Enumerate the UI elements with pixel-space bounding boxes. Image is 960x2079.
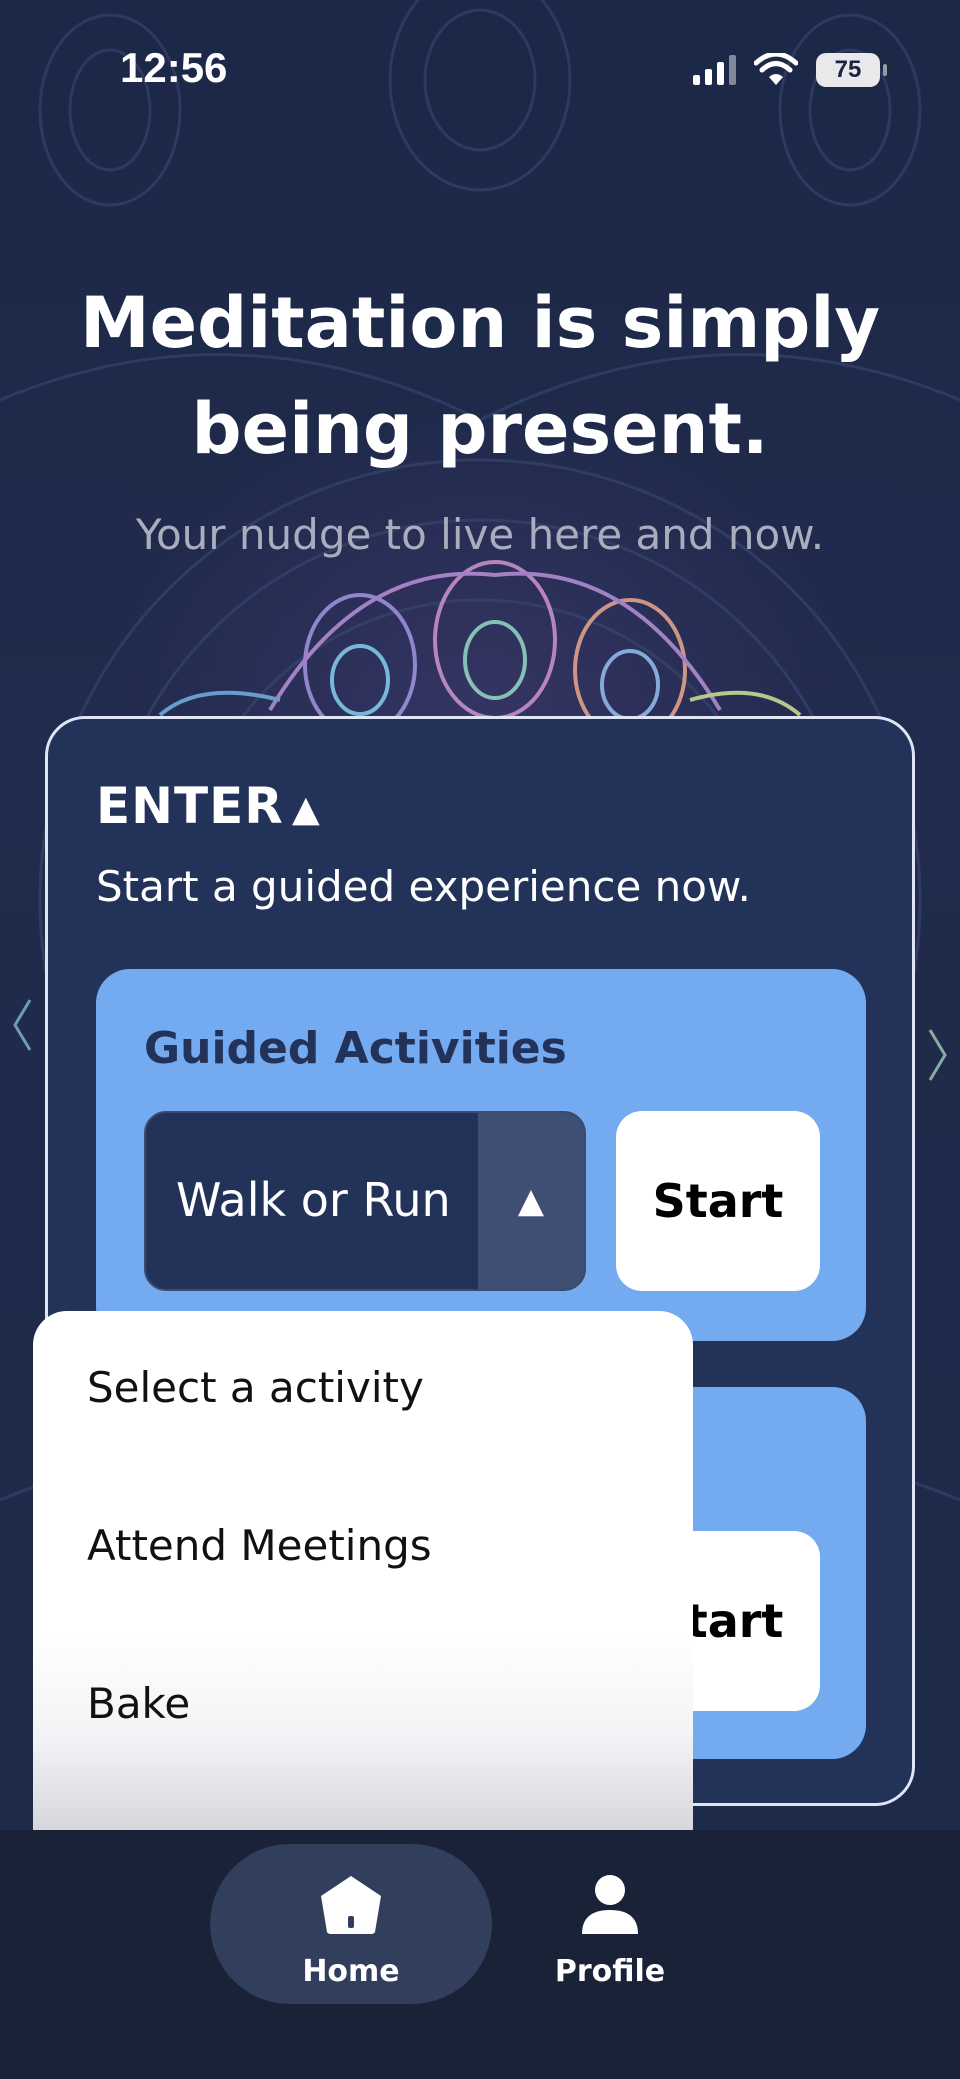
guided-activities-panel: Guided Activities Walk or Run ▲ Start [96,969,866,1341]
activity-dropdown-menu: Select a activity Attend Meetings Bake [33,1311,693,1831]
panel-title: Guided Activities [144,1023,567,1074]
page-subline: Your nudge to live here and now. [135,510,825,559]
start-button[interactable]: Start [616,1111,820,1291]
battery-indicator: 75 [816,53,887,87]
cellular-signal-icon [693,55,736,85]
card-subtitle: Start a guided experience now. [96,862,751,911]
activity-select[interactable]: Walk or Run ▲ [144,1111,586,1291]
status-icons: 75 [693,50,887,90]
wifi-icon [754,53,798,85]
collapse-caret-icon[interactable]: ▲ [292,789,320,830]
nav-label-home: Home [302,1954,400,1989]
dropdown-option[interactable]: Attend Meetings [87,1521,432,1570]
dropdown-option[interactable]: Select a activity [87,1363,424,1412]
select-value: Walk or Run [176,1173,451,1227]
profile-icon [582,1875,638,1934]
nav-item-profile[interactable]: Profile [530,1844,690,2004]
nav-item-home[interactable]: Home [210,1844,492,2004]
nav-label-profile: Profile [554,1954,666,1989]
bottom-navigation: Home Profile [0,1830,960,2079]
status-time: 12:56 [120,44,228,91]
dropdown-toggle-icon[interactable]: ▲ [478,1113,584,1289]
card-title: ENTER [96,777,284,835]
page-headline: Meditation is simply being present. [79,282,881,470]
home-icon [321,1876,381,1934]
dropdown-option[interactable]: Bake [87,1679,190,1728]
